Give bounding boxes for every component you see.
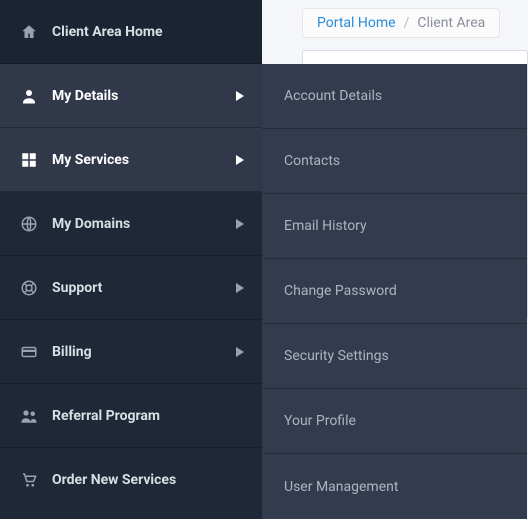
- submenu-item-label: User Management: [284, 479, 398, 495]
- sidebar-item-label: Order New Services: [52, 472, 176, 488]
- navigation: Client Area Home My Details My Services: [0, 0, 527, 519]
- sidebar-item-label: Client Area Home: [52, 24, 163, 40]
- sidebar-item-label: My Services: [52, 152, 129, 168]
- sidebar-item-my-domains[interactable]: My Domains: [0, 192, 262, 256]
- submenu-item-email-history[interactable]: Email History: [262, 194, 527, 259]
- submenu-item-contacts[interactable]: Contacts: [262, 129, 527, 194]
- submenu-item-label: Email History: [284, 218, 367, 234]
- sidebar-item-label: Referral Program: [52, 408, 160, 424]
- sidebar-item-billing[interactable]: Billing: [0, 320, 262, 384]
- card-icon: [20, 343, 38, 361]
- sidebar-item-order-new-services[interactable]: Order New Services: [0, 448, 262, 512]
- lifebuoy-icon: [20, 279, 38, 297]
- sidebar-item-support[interactable]: Support: [0, 256, 262, 320]
- chevron-right-icon: [236, 155, 244, 165]
- sidebar-item-client-area-home[interactable]: Client Area Home: [0, 0, 262, 64]
- cart-icon: [20, 471, 38, 489]
- sidebar-item-label: Billing: [52, 344, 92, 360]
- submenu-item-account-details[interactable]: Account Details: [262, 64, 527, 129]
- submenu-item-your-profile[interactable]: Your Profile: [262, 389, 527, 454]
- submenu-item-user-management[interactable]: User Management: [262, 454, 527, 519]
- grid-icon: [20, 151, 38, 169]
- submenu-item-label: Security Settings: [284, 348, 389, 364]
- chevron-right-icon: [236, 347, 244, 357]
- submenu-item-change-password[interactable]: Change Password: [262, 259, 527, 324]
- submenu-item-label: Change Password: [284, 283, 397, 299]
- chevron-right-icon: [236, 283, 244, 293]
- sidebar-item-my-services[interactable]: My Services: [0, 128, 262, 192]
- sidebar-item-referral-program[interactable]: Referral Program: [0, 384, 262, 448]
- users-icon: [20, 407, 38, 425]
- sidebar-item-label: My Details: [52, 88, 118, 104]
- sidebar-item-label: My Domains: [52, 216, 130, 232]
- submenu: Account Details Contacts Email History C…: [262, 64, 527, 519]
- submenu-item-security-settings[interactable]: Security Settings: [262, 324, 527, 389]
- sidebar: Client Area Home My Details My Services: [0, 0, 262, 519]
- chevron-right-icon: [236, 91, 244, 101]
- submenu-item-label: Contacts: [284, 153, 340, 169]
- submenu-item-label: Account Details: [284, 88, 382, 104]
- submenu-item-label: Your Profile: [284, 413, 356, 429]
- user-icon: [20, 87, 38, 105]
- sidebar-item-label: Support: [52, 280, 102, 296]
- home-icon: [20, 23, 38, 41]
- chevron-right-icon: [236, 219, 244, 229]
- sidebar-item-my-details[interactable]: My Details: [0, 64, 262, 128]
- globe-icon: [20, 215, 38, 233]
